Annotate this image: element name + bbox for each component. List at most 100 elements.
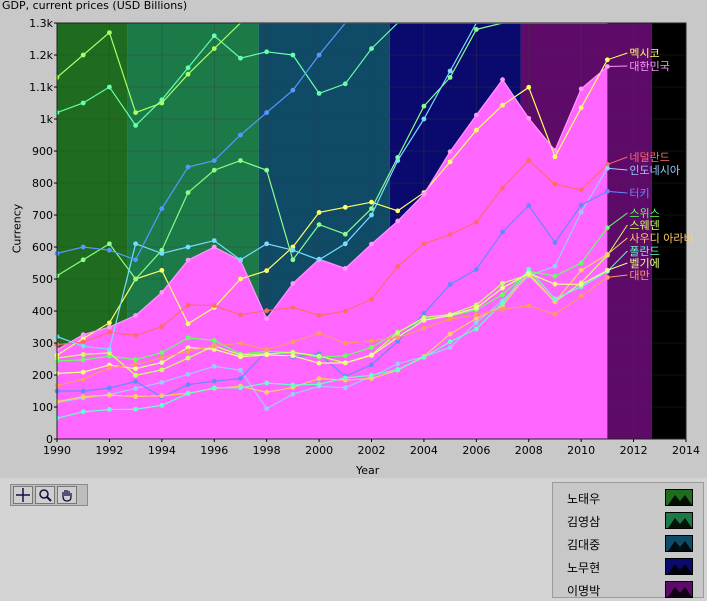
data-point <box>316 330 322 336</box>
legend-item[interactable]: 노태우 <box>557 487 701 509</box>
data-point <box>395 208 401 214</box>
data-point <box>107 392 112 398</box>
series-end-label: 멕시코 <box>629 47 659 60</box>
data-point <box>107 324 112 330</box>
data-point <box>578 293 584 299</box>
data-point <box>238 158 243 164</box>
data-point <box>395 335 401 340</box>
y-tick-label: 400 <box>32 305 53 318</box>
data-point <box>107 30 112 35</box>
data-point <box>159 403 165 408</box>
data-point <box>447 331 453 337</box>
legend-label: 이명박 <box>567 584 601 598</box>
data-point <box>264 308 270 314</box>
data-point <box>526 157 532 163</box>
data-point <box>211 33 217 39</box>
data-point <box>447 159 453 165</box>
series-end-label: 터키 <box>629 187 649 200</box>
y-tick-label: 900 <box>32 145 53 158</box>
data-point <box>290 281 296 286</box>
chart-panel: 0 100 200 300 400 500 600 700 800 900 1k 1.1k 1.2k 1.… <box>0 0 707 478</box>
pan-tool-button[interactable] <box>57 486 77 504</box>
data-point <box>80 352 86 357</box>
data-point <box>473 219 479 225</box>
data-point <box>80 376 86 382</box>
cursor-tool-button[interactable] <box>13 486 33 504</box>
data-point <box>578 86 584 92</box>
data-point <box>238 312 243 318</box>
data-point <box>473 320 479 325</box>
legend-swatch <box>665 512 693 529</box>
data-point <box>369 362 374 368</box>
hand-icon <box>62 490 72 502</box>
data-point <box>80 339 86 345</box>
data-point <box>552 240 558 245</box>
data-point <box>421 355 427 360</box>
data-point <box>238 132 243 138</box>
data-point <box>316 52 322 58</box>
data-point <box>238 55 243 61</box>
legend-item[interactable]: 김영삼 <box>557 510 701 532</box>
data-point <box>578 202 584 208</box>
data-point <box>80 394 86 400</box>
data-point <box>578 209 584 215</box>
data-point <box>369 212 374 218</box>
x-tick-label: 1990 <box>43 444 71 457</box>
data-point <box>185 371 191 377</box>
data-point <box>342 353 348 359</box>
data-point <box>395 361 401 367</box>
x-tick-label: 2010 <box>567 444 595 457</box>
data-point <box>421 241 427 247</box>
data-point <box>369 296 374 302</box>
legend-item[interactable]: 노무현 <box>557 556 701 578</box>
zoom-tool-button[interactable] <box>35 486 55 504</box>
data-point <box>447 232 453 237</box>
x-tick-label: 1992 <box>95 444 123 457</box>
data-point <box>185 65 191 71</box>
y-tick-label: 500 <box>32 273 53 286</box>
data-point <box>290 382 296 388</box>
data-point <box>264 241 270 247</box>
data-point <box>211 238 217 244</box>
data-point <box>238 376 243 381</box>
data-point <box>133 394 139 399</box>
legend-swatch <box>665 535 693 552</box>
data-point <box>238 354 243 360</box>
data-point <box>447 149 453 155</box>
data-point <box>185 391 191 396</box>
data-point <box>185 257 191 263</box>
data-point <box>133 366 139 371</box>
data-point <box>290 353 296 359</box>
data-point <box>316 210 322 215</box>
chart-title: GDP, current prices (USD Billions) <box>2 0 188 12</box>
data-point <box>552 311 558 317</box>
data-point <box>264 167 270 173</box>
legend-item[interactable]: 김대중 <box>557 533 701 555</box>
data-point <box>107 365 112 371</box>
data-point <box>290 305 296 310</box>
y-tick-label: 1k <box>40 113 54 126</box>
data-point <box>211 363 217 369</box>
data-point <box>316 360 322 366</box>
y-tick-label: 1.2k <box>29 49 53 62</box>
data-point <box>133 386 139 391</box>
data-point <box>500 77 505 83</box>
data-point <box>342 360 348 366</box>
data-point <box>185 190 191 196</box>
data-point <box>133 276 139 282</box>
data-point <box>500 292 505 298</box>
data-point <box>500 300 505 306</box>
data-point <box>80 100 86 106</box>
series-end-label: 네덜란드 <box>629 151 669 164</box>
series-end-label: 스웨덴 <box>629 219 659 232</box>
data-point <box>159 100 165 106</box>
data-point <box>342 340 348 346</box>
plot-legend: 노태우 김영삼 김대중 노무현이명박 <box>552 482 704 598</box>
data-point <box>107 330 112 335</box>
data-point <box>290 52 296 58</box>
data-point <box>133 110 139 115</box>
data-point <box>421 317 427 323</box>
data-point <box>211 46 217 51</box>
data-point <box>185 244 191 250</box>
graph-palette <box>10 484 88 506</box>
